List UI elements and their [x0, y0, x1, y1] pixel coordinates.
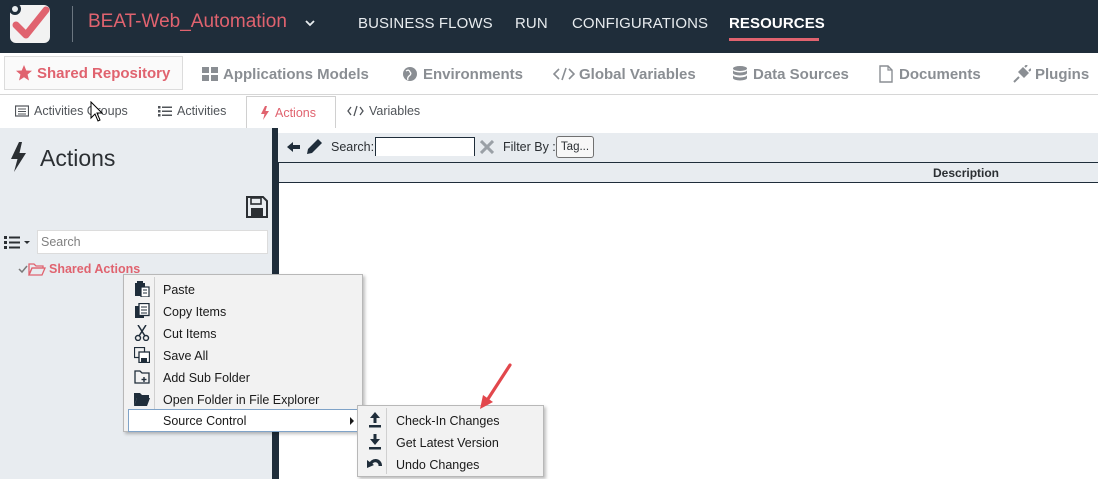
back-arrow-icon[interactable] [287, 141, 300, 153]
pencil-icon[interactable] [307, 139, 322, 154]
download-icon [369, 434, 381, 450]
logo-divider [72, 6, 73, 42]
code-icon [553, 67, 575, 81]
tab-environments[interactable]: Environments [401, 62, 523, 86]
tab-global-variables[interactable]: Global Variables [553, 62, 696, 86]
tab-label: Actions [275, 105, 316, 120]
paste-icon [135, 281, 150, 297]
menu-item-label: Undo Changes [396, 458, 480, 472]
submenu-arrow-icon [350, 417, 354, 425]
menu-item-label: Cut Items [163, 327, 217, 341]
menu-item-add-sub-folder[interactable]: Add Sub Folder [128, 366, 359, 388]
scissors-icon [134, 325, 150, 341]
solution-title[interactable]: BEAT-Web_Automation [88, 11, 287, 33]
repository-tabs: Activities Groups Activities Actions Var… [0, 95, 1098, 128]
plug-icon [1013, 65, 1031, 83]
resource-tabs: Shared Repository Applications Models En… [0, 53, 1098, 95]
save-icon[interactable] [246, 196, 268, 218]
upload-icon [369, 412, 381, 428]
red-annotation-arrow-icon [480, 363, 512, 409]
source-control-submenu: Check-In Changes Get Latest Version Undo… [357, 405, 544, 477]
panel-title: Actions [40, 145, 116, 171]
menu-item-source-control[interactable]: Source Control [128, 409, 359, 432]
nav-run[interactable]: RUN [515, 15, 548, 32]
menu-item-label: Check-In Changes [396, 414, 500, 428]
tab-label: Documents [899, 65, 981, 83]
file-icon [879, 65, 893, 83]
menu-item-label: Copy Items [163, 305, 227, 319]
tab-applications-models[interactable]: Applications Models [201, 62, 369, 86]
star-icon [16, 65, 32, 81]
tab-shared-repository[interactable]: Shared Repository [4, 56, 184, 90]
menu-item-copy-items[interactable]: Copy Items [128, 300, 359, 322]
menu-item-get-latest-version[interactable]: Get Latest Version [362, 431, 540, 453]
menu-item-save-all[interactable]: Save All [128, 344, 359, 366]
mouse-cursor-icon [90, 101, 104, 122]
checkmark-icon [18, 265, 28, 274]
globe-icon [403, 67, 417, 81]
bolt-icon [261, 105, 269, 120]
menu-item-label: Save All [163, 349, 209, 363]
nav-configurations[interactable]: CONFIGURATIONS [572, 15, 708, 32]
grid-toolbar: Search: Filter By : Tag... [278, 133, 1098, 162]
active-nav-underline [729, 38, 819, 41]
menu-item-label: Open Folder in File Explorer [163, 393, 320, 407]
tab-label: Applications Models [223, 65, 369, 83]
tab-label: Activities Groups [34, 104, 128, 118]
grid-search-input[interactable] [376, 138, 474, 156]
folder-open-icon [28, 263, 46, 276]
menu-item-label: Add Sub Folder [163, 371, 250, 385]
chevron-down-icon[interactable] [303, 16, 317, 30]
undo-icon [367, 458, 383, 468]
menu-item-undo-changes[interactable]: Undo Changes [362, 453, 540, 475]
add-folder-icon [134, 370, 150, 384]
grid-search-box [375, 137, 475, 156]
code-icon [347, 105, 364, 117]
copy-icon [135, 303, 150, 318]
grid-icon [202, 67, 218, 81]
tab-label: Variables [369, 104, 421, 118]
tab-activities-groups[interactable]: Activities Groups [15, 104, 128, 118]
tab-label: Plugins [1035, 65, 1090, 83]
bolt-icon [11, 142, 26, 172]
tab-label: Data Sources [753, 65, 849, 83]
list-options-icon[interactable] [4, 235, 32, 249]
tab-plugins[interactable]: Plugins [1013, 62, 1089, 86]
database-icon [733, 66, 747, 81]
tab-documents[interactable]: Documents [877, 62, 981, 86]
tab-data-sources[interactable]: Data Sources [731, 62, 849, 86]
top-bar: BEAT-Web_Automation BUSINESS FLOWS RUN C… [0, 0, 1098, 53]
tab-label: Environments [423, 65, 524, 83]
menu-item-label: Paste [163, 283, 195, 297]
list-box-icon [15, 105, 29, 117]
app-logo-icon [0, 0, 62, 48]
column-header-description[interactable]: Description [933, 166, 999, 180]
tab-label: Activities [177, 104, 227, 118]
tree-node-shared-actions[interactable]: Shared Actions [18, 261, 140, 277]
menu-item-check-in-changes[interactable]: Check-In Changes [362, 409, 540, 431]
menu-item-label: Get Latest Version [396, 436, 499, 450]
context-menu: Paste Copy Items Cut Items Save All Add … [123, 274, 363, 432]
menu-item-label: Source Control [163, 414, 247, 428]
tab-label: Shared Repository [37, 64, 171, 82]
nav-resources[interactable]: RESOURCES [729, 15, 825, 32]
menu-item-open-folder-in-file-explorer[interactable]: Open Folder in File Explorer [128, 388, 359, 410]
filter-label: Filter By : [503, 140, 556, 154]
save-all-icon [134, 347, 150, 363]
tab-label: Global Variables [579, 65, 696, 83]
folder-open-icon [134, 393, 150, 406]
nav-business-flows[interactable]: BUSINESS FLOWS [358, 15, 493, 32]
clear-search-icon[interactable] [480, 140, 494, 154]
tab-activities[interactable]: Activities [158, 104, 226, 118]
tree-search-box [37, 230, 268, 254]
tab-variables[interactable]: Variables [347, 104, 420, 118]
list-icon [158, 106, 172, 117]
tab-actions[interactable]: Actions [246, 96, 336, 128]
tag-filter-button[interactable]: Tag... [556, 136, 594, 158]
menu-item-paste[interactable]: Paste [128, 278, 359, 300]
grid-header: Description [279, 162, 1098, 183]
search-label: Search: [331, 140, 375, 154]
tree-search-input[interactable] [38, 231, 267, 253]
menu-item-cut-items[interactable]: Cut Items [128, 322, 359, 344]
